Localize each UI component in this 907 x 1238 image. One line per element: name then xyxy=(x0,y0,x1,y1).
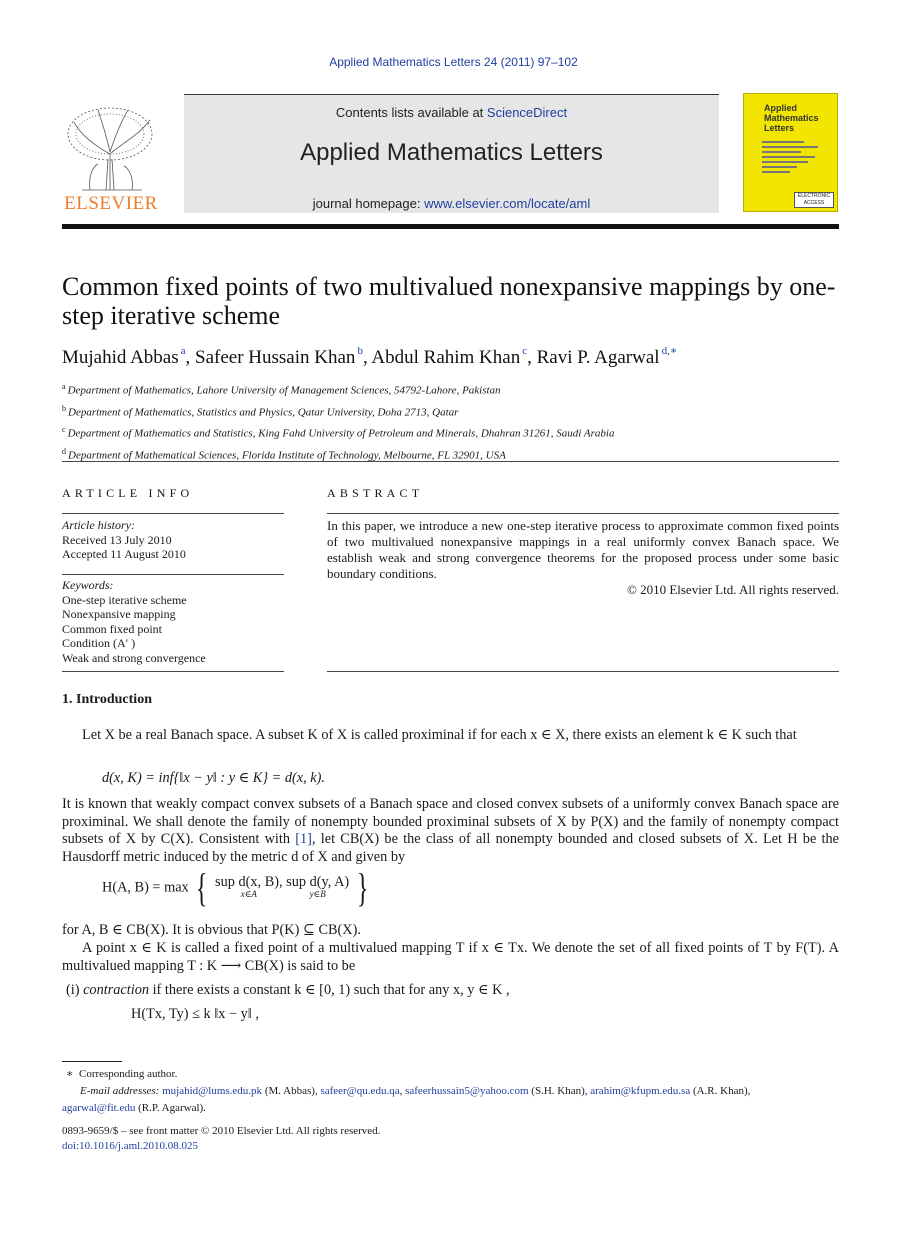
divider xyxy=(62,671,284,672)
affiliation: a Department of Mathematics, Lahore Unive… xyxy=(62,382,501,397)
email-link[interactable]: safeer@qu.edu.qa xyxy=(320,1085,399,1097)
author-affil-link[interactable]: b xyxy=(357,345,363,357)
author-name: Safeer Hussain Khan xyxy=(195,347,356,368)
article-history: Article history: Received 13 July 2010 A… xyxy=(62,518,186,561)
divider xyxy=(327,513,839,514)
accepted-date: Accepted 11 August 2010 xyxy=(62,547,186,561)
reference-link[interactable]: [1] xyxy=(295,831,312,847)
abstract-heading: ABSTRACT xyxy=(327,486,424,500)
divider xyxy=(62,574,284,575)
doi-link[interactable]: doi:10.1016/j.aml.2010.08.025 xyxy=(62,1139,380,1154)
footnotes: ∗ Corresponding author. E-mail addresses… xyxy=(62,1068,751,1114)
equation: H(Tx, Ty) ≤ k ‖x − y‖ , xyxy=(131,1006,259,1022)
author-name: Ravi P. Agarwal xyxy=(536,347,660,368)
email-link[interactable]: safeerhussain5@yahoo.com xyxy=(405,1085,528,1097)
keyword: Weak and strong convergence xyxy=(62,650,206,665)
journal-cover-thumbnail: Applied Mathematics Letters ELECTRONIC A… xyxy=(743,93,838,212)
author-affil-link[interactable]: c xyxy=(522,345,527,357)
issn-line: 0893-9659/$ – see front matter © 2010 El… xyxy=(62,1125,381,1137)
journal-header: Contents lists available at ScienceDirec… xyxy=(184,94,719,213)
author-affil-link[interactable]: a xyxy=(181,345,186,357)
email-link[interactable]: arahim@kfupm.edu.sa xyxy=(590,1085,690,1097)
journal-name: Applied Mathematics Letters xyxy=(300,139,603,166)
footnote-rule xyxy=(62,1061,122,1062)
homepage-link[interactable]: www.elsevier.com/locate/aml xyxy=(424,196,590,211)
equation-hausdorff: H(A, B) = max { sup d(x, B), x∈A sup d(y,… xyxy=(102,865,369,910)
author-name: Mujahid Abbas xyxy=(62,347,179,368)
keyword: Condition (A′ ) xyxy=(62,636,136,650)
affiliation: c Department of Mathematics and Statistic… xyxy=(62,425,615,440)
paragraph: A point x ∈ K is called a fixed point of… xyxy=(62,940,839,974)
abstract-copyright: © 2010 Elsevier Ltd. All rights reserved… xyxy=(626,582,839,597)
abstract-text: In this paper, we introduce a new one-st… xyxy=(327,518,839,581)
email-link[interactable]: agarwal@fit.edu xyxy=(62,1102,135,1114)
paragraph: for A, B ∈ CB(X). It is obvious that P(K… xyxy=(62,922,361,938)
author-list: Mujahid Abbas a, Safeer Hussain Khan b, Ab… xyxy=(62,345,678,368)
divider xyxy=(62,513,284,514)
equation: d(x, K) = inf{‖x − y‖ : y ∈ K} = d(x, k)… xyxy=(102,770,325,786)
author-name: Abdul Rahim Khan xyxy=(371,347,521,368)
author-affil-link[interactable]: d,∗ xyxy=(662,345,678,357)
affiliation: b Department of Mathematics, Statistics a… xyxy=(62,403,459,419)
cover-toc-lines xyxy=(762,138,832,176)
homepage-line: journal homepage: www.elsevier.com/locat… xyxy=(312,196,591,211)
cover-badge: ELECTRONIC ACCESS xyxy=(794,192,834,208)
front-matter: 0893-9659/$ – see front matter © 2010 El… xyxy=(62,1124,380,1154)
article-title: Common fixed points of two multivalued n… xyxy=(62,272,836,330)
section-heading: 1. Introduction xyxy=(62,692,152,707)
article-info-heading: ARTICLE INFO xyxy=(62,486,194,500)
right-brace: } xyxy=(356,865,369,910)
keywords: Keywords: One-step iterative scheme None… xyxy=(62,578,206,665)
keyword: One-step iterative scheme xyxy=(62,592,187,607)
affiliations: a Department of Mathematics, Lahore Unive… xyxy=(62,378,842,465)
divider xyxy=(327,671,839,672)
definition-item: (i) contraction if there exists a consta… xyxy=(66,982,510,998)
keyword: Nonexpansive mapping xyxy=(62,607,176,621)
received-date: Received 13 July 2010 xyxy=(62,532,172,547)
contents-line: Contents lists available at ScienceDirec… xyxy=(335,105,568,120)
sciencedirect-link[interactable]: ScienceDirect xyxy=(487,105,567,120)
journal-citation[interactable]: Applied Mathematics Letters 24 (2011) 97… xyxy=(0,55,907,69)
keyword: Common fixed point xyxy=(62,621,162,636)
left-brace: { xyxy=(196,865,208,910)
email-link[interactable]: mujahid@lums.edu.pk xyxy=(162,1085,262,1097)
citation-link[interactable]: Applied Mathematics Letters 24 (2011) 97… xyxy=(329,55,578,69)
elsevier-wordmark: ELSEVIER xyxy=(64,193,158,214)
cover-title: Applied Mathematics Letters xyxy=(764,103,819,133)
divider xyxy=(62,461,839,462)
paragraph: Let X be a real Banach space. A subset K… xyxy=(82,727,797,743)
header-rule xyxy=(62,224,839,229)
paragraph: It is known that weakly compact convex s… xyxy=(62,796,839,865)
